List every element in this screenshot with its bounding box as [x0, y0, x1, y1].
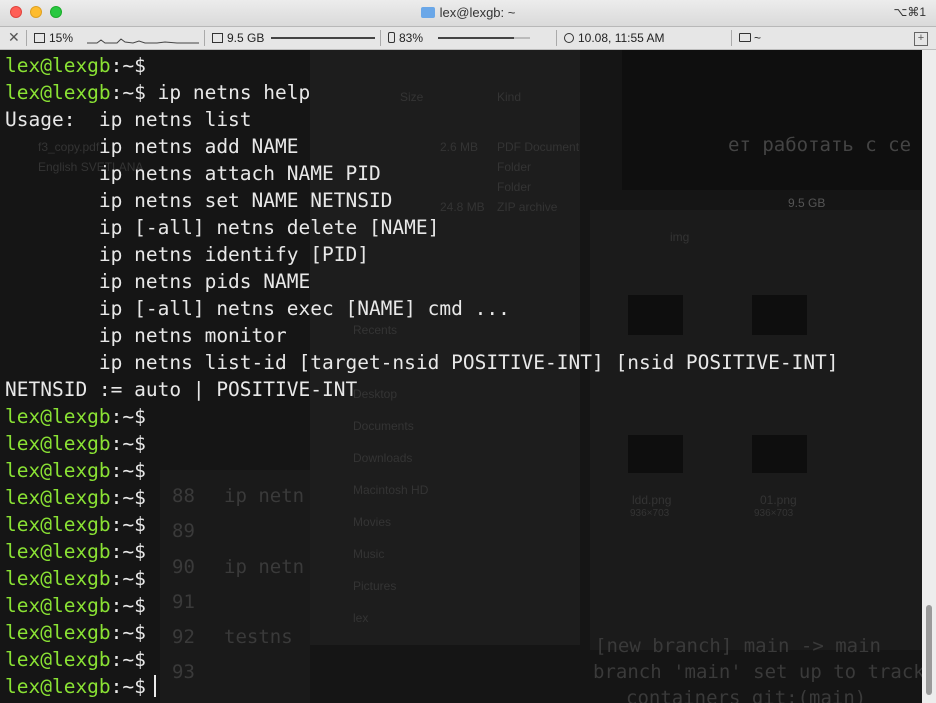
memory-value: 9.5 GB: [227, 31, 265, 45]
new-tab-icon[interactable]: +: [914, 32, 928, 46]
output-text: NETNSID := auto | POSITIVE-INT: [5, 378, 358, 401]
prompt-suffix: :~$: [110, 81, 146, 104]
prompt-suffix: :~$: [110, 675, 146, 698]
prompt-user-host: lex@lexgb: [5, 459, 111, 482]
prompt-line: lex@lexgb:~$: [5, 403, 839, 430]
cpu-indicator: 15%: [34, 31, 73, 45]
prompt-user-host: lex@lexgb: [5, 486, 111, 509]
prompt-line: lex@lexgb:~$: [5, 538, 839, 565]
prompt-user-host: lex@lexgb: [5, 540, 111, 563]
cpu-icon: [34, 33, 45, 43]
status-bar: ✕ 15% 9.5 GB 83% 10.08, 11:55 AM ~ +: [0, 27, 936, 50]
window-title-text: lex@lexgb: ~: [439, 5, 516, 20]
output-text: ip netns set NAME NETNSID: [5, 189, 393, 212]
output-line: Usage: ip netns list: [5, 106, 839, 133]
cpu-sparkline: [87, 38, 199, 44]
scrollbar-thumb[interactable]: [926, 605, 932, 695]
prompt-suffix: :~$: [110, 513, 146, 536]
memory-indicator: 9.5 GB: [212, 31, 264, 45]
divider: [380, 30, 381, 46]
clock-icon: [564, 33, 574, 43]
path-indicator: ~: [739, 31, 761, 45]
prompt-line: lex@lexgb:~$: [5, 646, 839, 673]
output-text: ip netns list-id [target-nsid POSITIVE-I…: [5, 351, 839, 374]
terminal-output: lex@lexgb:~$ lex@lexgb:~$ ip netns help Us…: [5, 52, 839, 700]
prompt-user-host: lex@lexgb: [5, 594, 111, 617]
output-text: ip netns monitor: [5, 324, 287, 347]
memory-bar: [271, 37, 375, 39]
output-text: ip netns pids NAME: [5, 270, 311, 293]
divider: [556, 30, 557, 46]
path-value: ~: [754, 31, 762, 45]
output-line: ip [-all] netns delete [NAME]: [5, 214, 839, 241]
prompt-line: lex@lexgb:~$: [5, 592, 839, 619]
output-line: ip netns identify [PID]: [5, 241, 839, 268]
prompt-suffix: :~$: [110, 459, 146, 482]
divider: [204, 30, 205, 46]
prompt-user-host: lex@lexgb: [5, 405, 111, 428]
output-line: ip [-all] netns exec [NAME] cmd ...: [5, 295, 839, 322]
datetime-value: 10.08, 11:55 AM: [578, 31, 665, 45]
terminal-scrollbar[interactable]: [922, 50, 936, 703]
window-title: lex@lexgb: ~: [0, 5, 936, 20]
output-line: ip netns list-id [target-nsid POSITIVE-I…: [5, 349, 839, 376]
prompt-user-host: lex@lexgb: [5, 513, 111, 536]
cpu-value: 15%: [49, 31, 74, 45]
output-line: ip netns monitor: [5, 322, 839, 349]
prompt-user-host: lex@lexgb: [5, 648, 111, 671]
battery-value: 83%: [399, 31, 424, 45]
output-text: ip [-all] netns delete [NAME]: [5, 216, 440, 239]
prompt-user-host: lex@lexgb: [5, 54, 111, 77]
battery-indicator: 83%: [388, 31, 423, 45]
memory-icon: [212, 33, 223, 43]
output-line: ip netns attach NAME PID: [5, 160, 839, 187]
prompt-line: lex@lexgb:~$: [5, 619, 839, 646]
output-text: ip netns identify [PID]: [5, 243, 369, 266]
text-cursor: [153, 675, 156, 697]
prompt-user-host: lex@lexgb: [5, 81, 111, 104]
prompt-line: lex@lexgb:~$ ip netns help: [5, 79, 839, 106]
folder-icon: [420, 7, 435, 18]
prompt-line: lex@lexgb:~$: [5, 565, 839, 592]
output-line: ip netns pids NAME: [5, 268, 839, 295]
prompt-suffix: :~$: [110, 486, 146, 509]
datetime-indicator: 10.08, 11:55 AM: [564, 31, 665, 45]
prompt-suffix: :~$: [110, 432, 146, 455]
prompt-line: lex@lexgb:~$: [5, 52, 839, 79]
prompt-user-host: lex@lexgb: [5, 567, 111, 590]
folder-outline-icon: [739, 33, 751, 42]
output-line: ip netns set NAME NETNSID: [5, 187, 839, 214]
output-text: Usage: ip netns list: [5, 108, 252, 131]
output-text: ip [-all] netns exec [NAME] cmd ...: [5, 297, 510, 320]
battery-bar-fill: [438, 37, 514, 39]
output-line: ip netns add NAME: [5, 133, 839, 160]
prompt-suffix: :~$: [110, 405, 146, 428]
output-text: ip netns attach NAME PID: [5, 162, 381, 185]
prompt-line: lex@lexgb:~$: [5, 511, 839, 538]
prompt-suffix: :~$: [110, 648, 146, 671]
prompt-suffix: :~$: [110, 567, 146, 590]
prompt-line: lex@lexgb:~$: [5, 430, 839, 457]
terminal-window: lex@lexgb: ~ ⌥⌘1 ✕ 15% 9.5 GB 83% 10.08,…: [0, 0, 936, 703]
window-shortcut: ⌥⌘1: [893, 5, 926, 19]
battery-icon: [388, 32, 395, 43]
output-line: NETNSID := auto | POSITIVE-INT: [5, 376, 839, 403]
prompt-line: lex@lexgb:~$: [5, 673, 839, 700]
prompt-suffix: :~$: [110, 540, 146, 563]
prompt-line: lex@lexgb:~$: [5, 457, 839, 484]
prompt-user-host: lex@lexgb: [5, 675, 111, 698]
prompt-user-host: lex@lexgb: [5, 432, 111, 455]
prompt-user-host: lex@lexgb: [5, 621, 111, 644]
prompt-suffix: :~$: [110, 594, 146, 617]
prompt-line: lex@lexgb:~$: [5, 484, 839, 511]
close-tab-icon[interactable]: ✕: [8, 29, 20, 46]
terminal-pane[interactable]: Size Kind f3_copy.pdf 2.6 MB PDF Documen…: [0, 50, 922, 703]
prompt-suffix: :~$: [110, 621, 146, 644]
divider: [26, 30, 27, 46]
title-bar[interactable]: lex@lexgb: ~ ⌥⌘1: [0, 0, 936, 27]
output-text: ip netns add NAME: [5, 135, 299, 158]
command-text: ip netns help: [145, 81, 311, 104]
prompt-suffix: :~$: [110, 54, 146, 77]
divider: [731, 30, 732, 46]
